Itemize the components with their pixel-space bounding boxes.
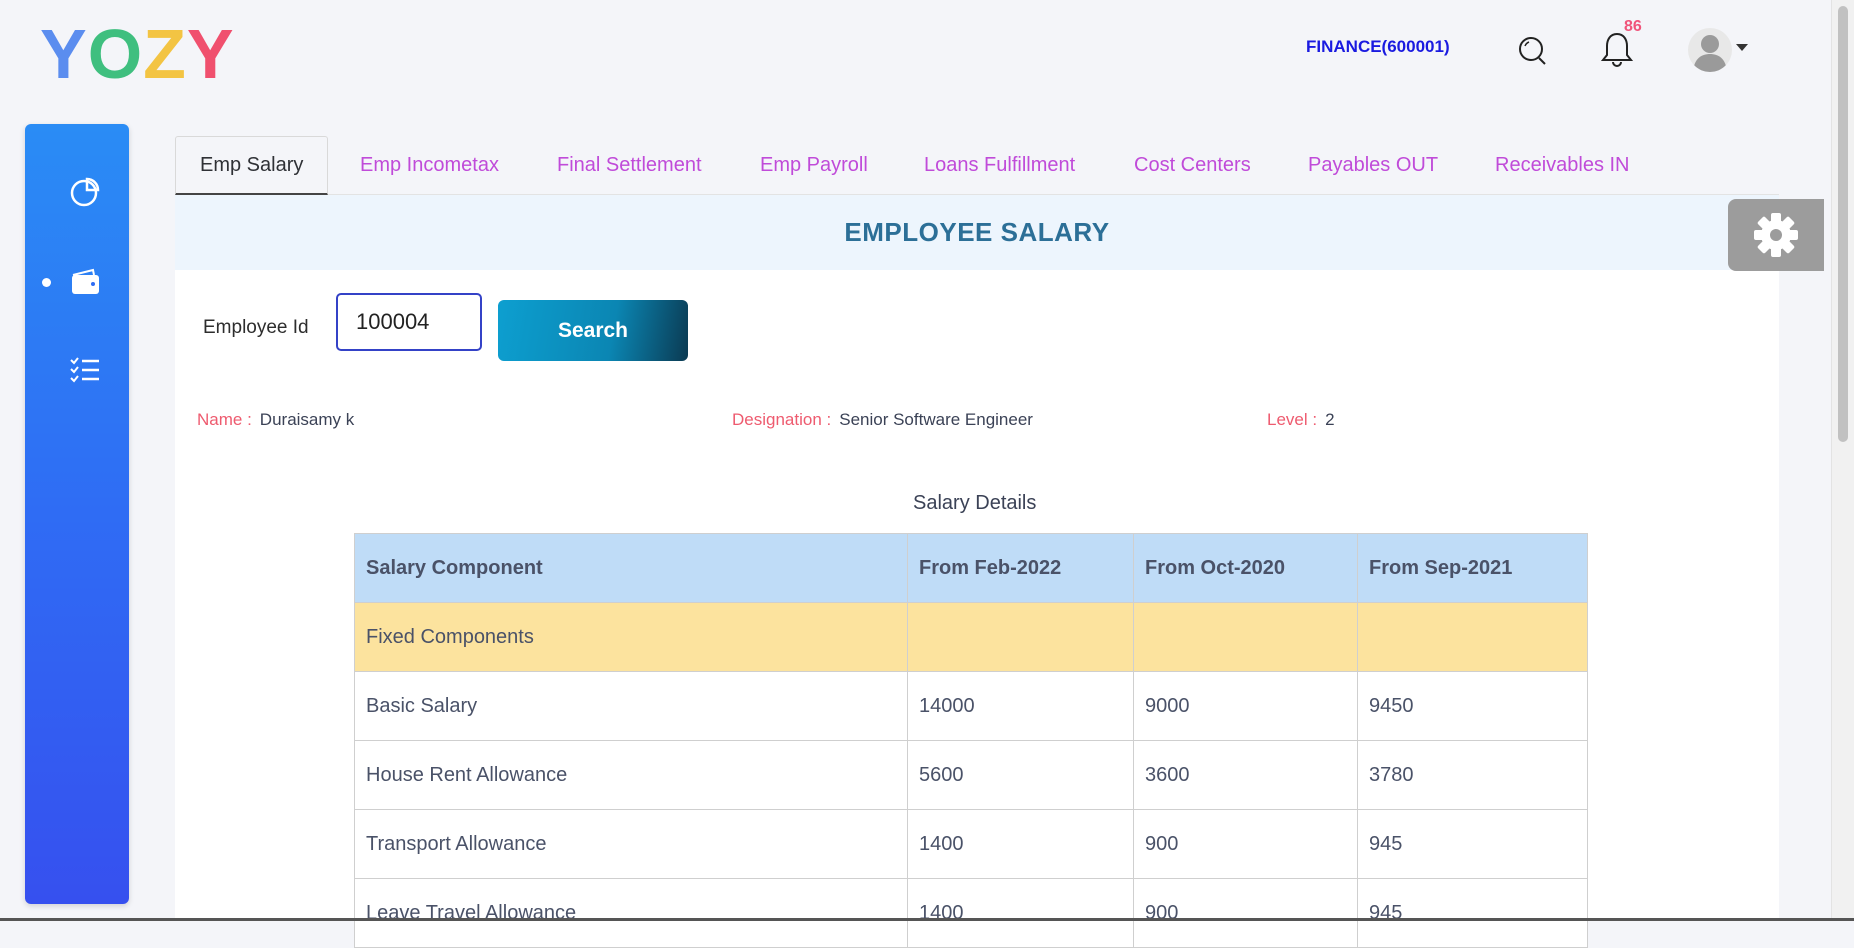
gear-icon [1754,213,1798,257]
name-label: Name : [197,410,252,429]
table-cell: 9450 [1357,671,1588,741]
logo-letter: O [87,15,144,93]
table-cell [1357,602,1588,672]
employee-id-input[interactable] [336,293,482,351]
table-cell: 945 [1357,809,1588,879]
table-cell: 1400 [907,878,1134,948]
sidebar [25,124,129,904]
employee-name: Name : Duraisamy k [197,410,354,430]
table-row: Leave Travel Allowance 1400 900 945 [354,878,1588,948]
employee-designation: Designation : Senior Software Engineer [732,410,1033,430]
company-selector[interactable]: FINANCE(600001) [1306,37,1450,57]
logo[interactable]: YOZY [40,18,235,90]
logo-letter: Y [186,15,235,93]
tab-final-settlement[interactable]: Final Settlement [557,136,702,194]
table-cell: Leave Travel Allowance [354,878,908,948]
salary-table: Salary Component From Feb-2022 From Oct-… [354,533,1588,948]
table-cell: 3780 [1357,740,1588,810]
table-cell: 14000 [907,671,1134,741]
table-cell [907,602,1134,672]
designation-label: Designation : [732,410,832,429]
tab-emp-payroll[interactable]: Emp Payroll [760,136,868,194]
table-row: House Rent Allowance 5600 3600 3780 [354,740,1588,810]
salary-details-caption: Salary Details [913,492,1037,514]
table-cell: Fixed Components [354,602,908,672]
table-cell: 9000 [1133,671,1358,741]
active-indicator [42,278,51,287]
table-cell: 5600 [907,740,1134,810]
tab-loans-fulfillment[interactable]: Loans Fulfillment [924,136,1075,194]
tab-emp-incometax[interactable]: Emp Incometax [360,136,499,194]
employee-id-label: Employee Id [203,317,309,338]
vertical-scrollbar[interactable] [1831,0,1854,921]
level-value: 2 [1325,410,1335,429]
wallet-icon[interactable] [69,266,101,298]
name-value: Duraisamy k [259,410,355,429]
checklist-icon[interactable] [69,354,101,386]
logo-letter: Y [40,15,88,93]
notification-badge: 86 [1624,18,1642,35]
scrollbar-thumb[interactable] [1838,6,1848,442]
table-cell: 1400 [907,809,1134,879]
table-cell: Basic Salary [354,671,908,741]
pie-chart-icon[interactable] [69,176,101,208]
table-cell: 900 [1133,809,1358,879]
designation-value: Senior Software Engineer [839,410,1033,429]
settings-button[interactable] [1728,199,1824,271]
table-cell: Transport Allowance [354,809,908,879]
page-title: EMPLOYEE SALARY [175,195,1779,270]
table-row: Transport Allowance 1400 900 945 [354,809,1588,879]
table-header-row: Salary Component From Feb-2022 From Oct-… [354,533,1588,603]
tab-payables-out[interactable]: Payables OUT [1308,136,1438,194]
column-header: Salary Component [354,533,908,603]
search-icon[interactable] [1517,34,1549,68]
search-button[interactable]: Search [498,300,688,361]
column-header: From Feb-2022 [907,533,1134,603]
table-cell: 900 [1133,878,1358,948]
column-header: From Sep-2021 [1357,533,1588,603]
table-group-row: Fixed Components [354,602,1588,672]
tab-emp-salary[interactable]: Emp Salary [175,136,329,195]
avatar[interactable] [1688,28,1732,72]
table-cell: 3600 [1133,740,1358,810]
tab-receivables-in[interactable]: Receivables IN [1495,136,1630,194]
column-header: From Oct-2020 [1133,533,1358,603]
tab-cost-centers[interactable]: Cost Centers [1134,136,1251,194]
level-label: Level : [1267,410,1318,429]
caret-down-icon[interactable] [1736,44,1748,51]
table-cell [1133,602,1358,672]
table-cell: House Rent Allowance [354,740,908,810]
logo-letter: Z [143,15,187,93]
table-row: Basic Salary 14000 9000 9450 [354,671,1588,741]
table-cell: 945 [1357,878,1588,948]
tab-bar: Emp Salary Emp Incometax Final Settlemen… [175,136,1779,195]
employee-level: Level : 2 [1267,410,1335,430]
